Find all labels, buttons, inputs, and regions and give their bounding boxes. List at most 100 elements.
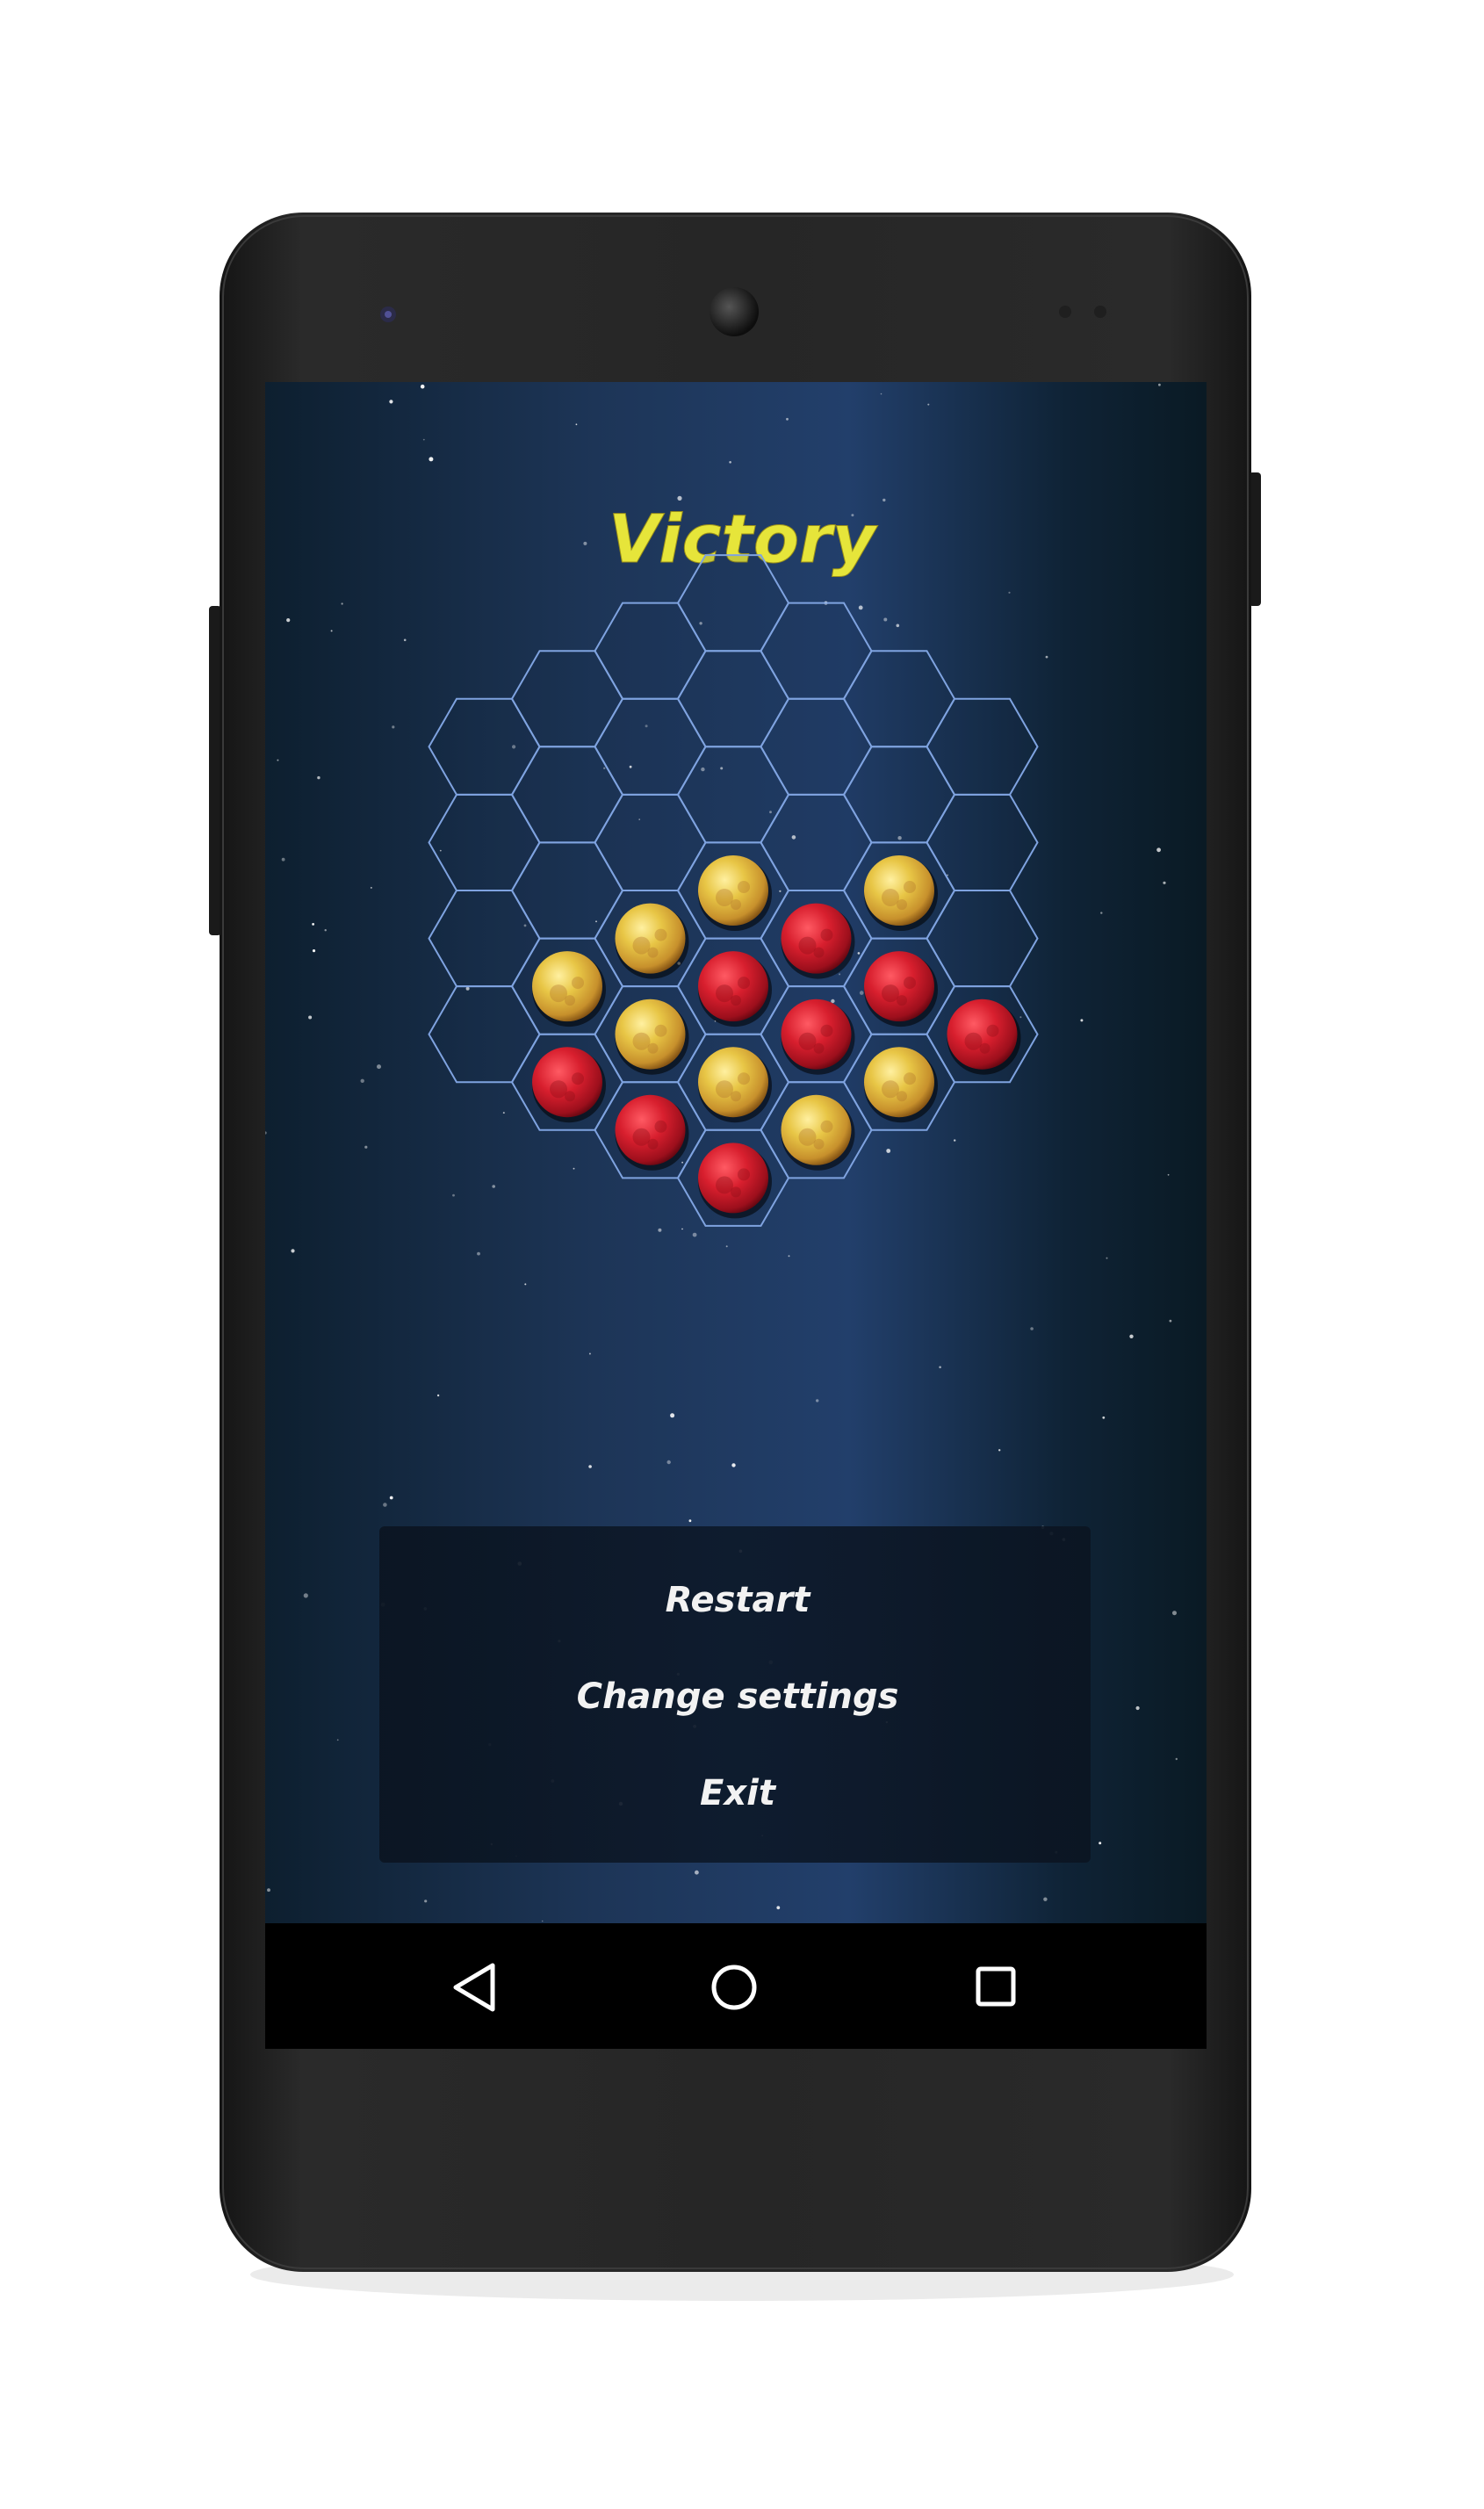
exit-button[interactable]: Exit [700,1773,777,1813]
change-settings-button[interactable]: Change settings [577,1676,899,1717]
piece-texture [647,1042,659,1054]
star [389,1496,393,1500]
piece-texture [572,1072,584,1085]
star [436,1394,440,1397]
piece-texture [813,947,825,958]
star [998,1449,1001,1452]
piece-texture [731,899,741,910]
front-sensor-glint [385,311,392,318]
star [364,1145,368,1149]
star [422,438,425,441]
yellow-piece [864,855,934,926]
yellow-piece [615,999,686,1070]
piece-texture [654,1024,667,1037]
piece-texture [572,977,584,990]
piece-texture [897,1091,907,1102]
star [502,1112,505,1114]
star [420,384,425,389]
piece-texture [731,1091,741,1102]
star [882,498,886,502]
piece-texture [882,889,899,906]
star [392,725,395,729]
restart-button[interactable]: Restart [666,1580,812,1620]
piece-texture [550,984,567,1003]
star [324,929,327,932]
yellow-piece [698,1047,768,1118]
piece-texture [716,1176,733,1194]
star [1100,912,1103,914]
star [541,1920,544,1922]
star [1102,1416,1106,1419]
star [588,1352,591,1355]
star [1163,881,1166,884]
star [670,1413,675,1418]
piece-texture [964,1032,983,1050]
star [954,1139,956,1142]
piece-texture [565,995,575,1006]
piece-texture [565,1091,575,1102]
red-piece [781,999,852,1070]
star [383,1503,387,1507]
device-mockup: Victory Restart Change settings Exit [0,0,1484,2509]
star [1175,1757,1178,1761]
star [816,1399,819,1402]
star [1167,1173,1170,1176]
yellow-piece [615,903,686,974]
star [788,1255,790,1258]
star [1045,655,1048,659]
star [583,541,587,545]
star [429,457,434,462]
star [291,1249,295,1253]
star [1008,591,1011,594]
star [927,403,930,406]
star [588,1465,592,1468]
device-scene: Victory RestartChange settingsExit [209,213,1261,2301]
piece-texture [738,977,750,990]
piece-texture [731,995,741,1006]
piece-texture [882,984,899,1003]
star [477,1251,480,1256]
piece-texture [798,936,817,955]
piece-texture [632,936,651,955]
piece-texture [716,889,733,906]
star [360,1078,364,1084]
star [312,949,316,953]
piece-texture [897,899,907,910]
star [267,1888,270,1893]
piece-texture [654,928,667,941]
yellow-piece [698,855,768,926]
piece-texture [550,1080,567,1099]
piece-texture [647,1138,659,1150]
star [341,602,343,605]
star [1099,1842,1102,1845]
star [389,400,393,404]
red-piece [781,903,852,974]
star [681,1228,683,1230]
piece-texture [897,995,907,1006]
piece-texture [882,1080,899,1099]
red-piece [864,951,934,1022]
yellow-piece [864,1047,934,1118]
piece-texture [904,881,916,893]
star [573,1167,575,1170]
red-piece [698,951,768,1022]
proximity-sensor [1059,306,1071,318]
star [886,1149,891,1153]
star [695,1870,699,1875]
star [1080,1019,1084,1022]
piece-texture [820,1024,833,1037]
star [1172,1611,1177,1616]
star [1030,1327,1034,1330]
red-piece [615,1094,686,1165]
star [575,423,578,426]
star [658,1228,662,1232]
yellow-piece [781,1094,852,1165]
star [1135,1705,1140,1711]
star [286,618,291,623]
star [896,624,900,628]
star [424,1900,428,1903]
piece-texture [904,977,916,990]
piece-texture [647,947,659,958]
piece-texture [798,1032,817,1050]
red-piece [698,1143,768,1214]
